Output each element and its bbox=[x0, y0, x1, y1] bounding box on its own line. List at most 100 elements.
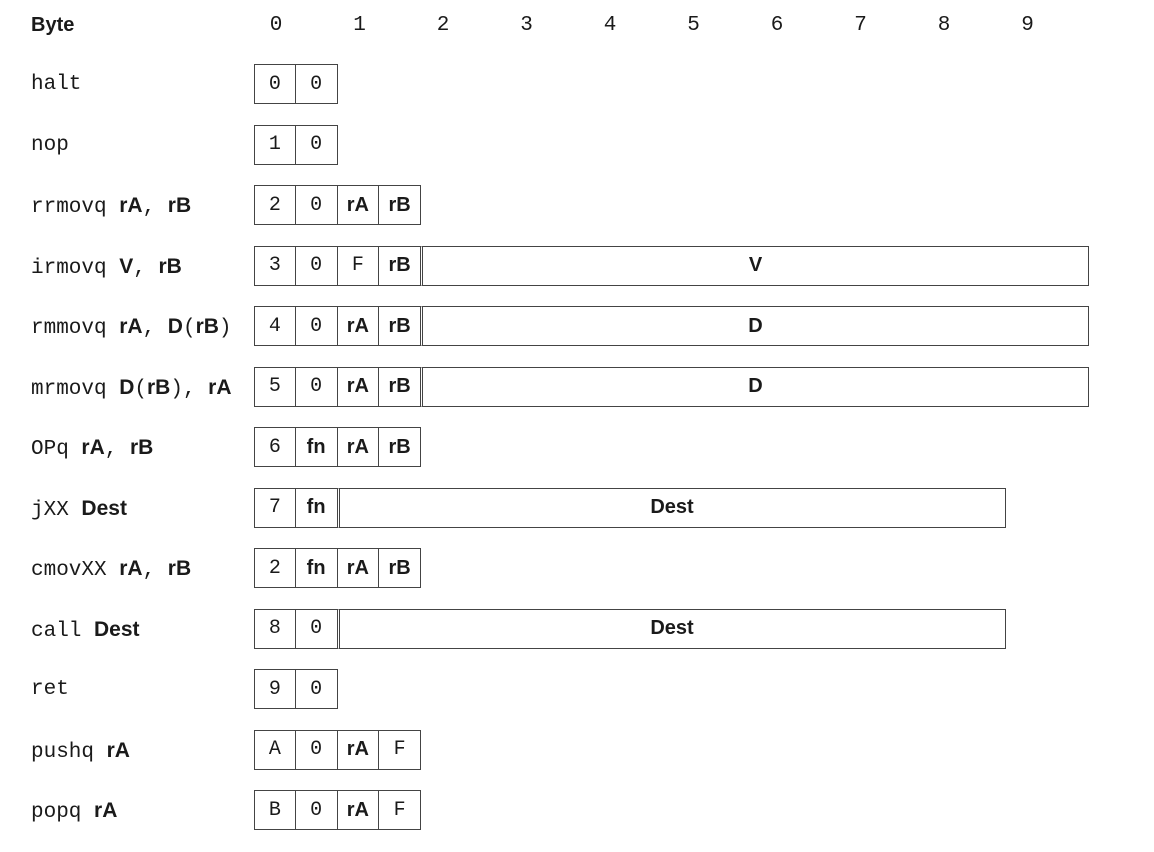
instruction-row: jXX Dest 7 fn Dest bbox=[0, 487, 1154, 530]
instruction-label-segment: jXX bbox=[31, 498, 82, 522]
instruction-row: mrmovq D(rB), rA 5 0 rA rB D bbox=[0, 366, 1154, 409]
encoding-field: 0 bbox=[294, 790, 338, 830]
instruction-label: OPq rA, rB bbox=[31, 427, 153, 469]
byte-index-8: 8 bbox=[937, 14, 951, 37]
encoding-field: 1 bbox=[254, 124, 296, 165]
instruction-row: irmovq V, rB 3 0 FrB V bbox=[0, 245, 1154, 288]
instruction-label-segment: rB bbox=[147, 375, 171, 399]
encoding-field: 9 bbox=[254, 669, 296, 709]
encoding-field: F bbox=[336, 245, 380, 286]
instruction-label-segment: Dest bbox=[81, 496, 127, 520]
instruction-row: nop 1 0 bbox=[0, 124, 1154, 167]
instruction-label-segment: ret bbox=[31, 678, 69, 701]
instruction-label-segment: nop bbox=[31, 133, 69, 157]
instruction-label-segment: call bbox=[31, 619, 95, 643]
instruction-label-segment: rA bbox=[81, 436, 105, 459]
instruction-label: halt bbox=[31, 64, 81, 106]
encoding-field: rB bbox=[378, 427, 421, 467]
instruction-label: jXX Dest bbox=[31, 488, 127, 530]
instruction-row: call Dest 8 0 Dest bbox=[0, 608, 1154, 651]
instruction-row: popq rA B 0 rA F bbox=[0, 790, 1154, 832]
encoding-field: 0 bbox=[294, 64, 338, 104]
encoding-field: 3 bbox=[254, 245, 296, 286]
encoding-field: rA bbox=[336, 366, 380, 407]
byte-index-5: 5 bbox=[687, 14, 700, 37]
encoding-field: rA bbox=[336, 729, 380, 770]
instruction-label-segment: D bbox=[119, 375, 135, 399]
instruction-label-segment: rA bbox=[106, 738, 130, 762]
encoding-field: 2 bbox=[254, 185, 296, 225]
instruction-row: ret 9 0 bbox=[0, 669, 1154, 711]
instruction-row: rmmovq rA, D(rB) 4 0 rA rB D bbox=[0, 306, 1154, 348]
encoding-field: 0 bbox=[294, 306, 338, 346]
encoding-field: 6 bbox=[254, 427, 296, 467]
encoding-field: rA bbox=[336, 790, 380, 830]
instruction-label: irmovq V, rB bbox=[31, 246, 182, 288]
instruction-label-segment: Dest bbox=[94, 617, 140, 641]
instruction-label-segment: rB bbox=[129, 436, 154, 459]
instruction-label: rrmovq rA, rB bbox=[31, 185, 191, 227]
instruction-label: nop bbox=[31, 125, 69, 167]
instruction-row: cmovXX rA, rB 2 fn rA rB bbox=[0, 548, 1154, 590]
instruction-label-segment: mrmovq bbox=[31, 377, 120, 401]
encoding-field: rA bbox=[336, 306, 380, 346]
encoding-field: rB bbox=[378, 245, 421, 286]
instruction-label-segment: irmovq bbox=[31, 256, 120, 280]
instruction-label-segment: , bbox=[142, 559, 168, 582]
encoding-field: 4 bbox=[254, 306, 296, 346]
encoding-field: fn bbox=[294, 487, 338, 528]
instruction-label-segment: rA bbox=[119, 315, 143, 338]
encoding-field: fn bbox=[294, 548, 338, 588]
encoding-field: 0 bbox=[294, 729, 338, 770]
encoding-field: rB bbox=[378, 548, 421, 588]
instruction-label-segment: pushq bbox=[31, 740, 107, 764]
instruction-label-segment: rmmovq bbox=[31, 317, 120, 340]
instruction-label: rmmovq rA, D(rB) bbox=[31, 306, 232, 348]
encoding-field: B bbox=[254, 790, 296, 830]
encoding-field: 0 bbox=[294, 124, 338, 165]
instruction-label-segment: rA bbox=[94, 799, 118, 822]
byte-index-0: 0 bbox=[269, 14, 283, 37]
encoding-field: rA bbox=[336, 185, 380, 225]
byte-index-3: 3 bbox=[520, 14, 533, 37]
instruction-label-segment: rA bbox=[119, 557, 143, 580]
byte-index-4: 4 bbox=[603, 14, 617, 37]
encoding-field: rB bbox=[378, 306, 421, 346]
instruction-label-segment: rB bbox=[195, 315, 219, 338]
encoding-field: rA bbox=[336, 427, 380, 467]
encoding-field-wide: Dest bbox=[336, 608, 1006, 649]
encoding-field: 0 bbox=[294, 608, 338, 649]
instruction-label-segment: rB bbox=[158, 254, 182, 278]
instruction-label: pushq rA bbox=[31, 730, 130, 772]
instruction-row: rrmovq rA, rB 2 0 rA rB bbox=[0, 185, 1154, 227]
instruction-label: ret bbox=[31, 669, 69, 711]
instruction-label-segment: cmovXX bbox=[31, 559, 120, 582]
byte-index-2: 2 bbox=[436, 14, 450, 37]
instruction-label-segment: rB bbox=[167, 557, 192, 580]
encoding-field: rB bbox=[378, 185, 421, 225]
encoding-field: 0 bbox=[294, 669, 338, 709]
encoding-field: 0 bbox=[254, 64, 296, 104]
instruction-label-segment: rA bbox=[119, 194, 143, 217]
instruction-row: pushq rA A 0 rA F bbox=[0, 729, 1154, 772]
instruction-row: OPq rA, rB 6 fn rA rB bbox=[0, 427, 1154, 469]
instruction-label: call Dest bbox=[31, 609, 140, 651]
byte-index-6: 6 bbox=[770, 14, 784, 37]
instruction-row: halt 0 0 bbox=[0, 64, 1154, 106]
byte-index-9: 9 bbox=[1021, 14, 1034, 37]
instruction-label-segment: halt bbox=[31, 73, 82, 96]
byte-header-label: Byte bbox=[31, 14, 75, 36]
encoding-field-wide: V bbox=[420, 245, 1089, 286]
instruction-label-segment: , bbox=[142, 196, 168, 219]
instruction-encoding-diagram: Byte 0123456789 halt 0 0 nop 1 0 rrmovq rA, rB… bbox=[0, 0, 1154, 852]
encoding-field: fn bbox=[294, 427, 338, 467]
instruction-label-segment: ), bbox=[170, 377, 209, 401]
byte-index-1: 1 bbox=[353, 14, 366, 37]
instruction-label-segment: rA bbox=[208, 375, 232, 399]
encoding-field: 5 bbox=[254, 366, 296, 407]
instruction-label-segment: V bbox=[119, 254, 134, 278]
encoding-field-wide: D bbox=[420, 366, 1089, 407]
instruction-label: popq rA bbox=[31, 790, 117, 832]
instruction-label-segment: , bbox=[142, 317, 168, 340]
encoding-field: F bbox=[378, 729, 421, 770]
